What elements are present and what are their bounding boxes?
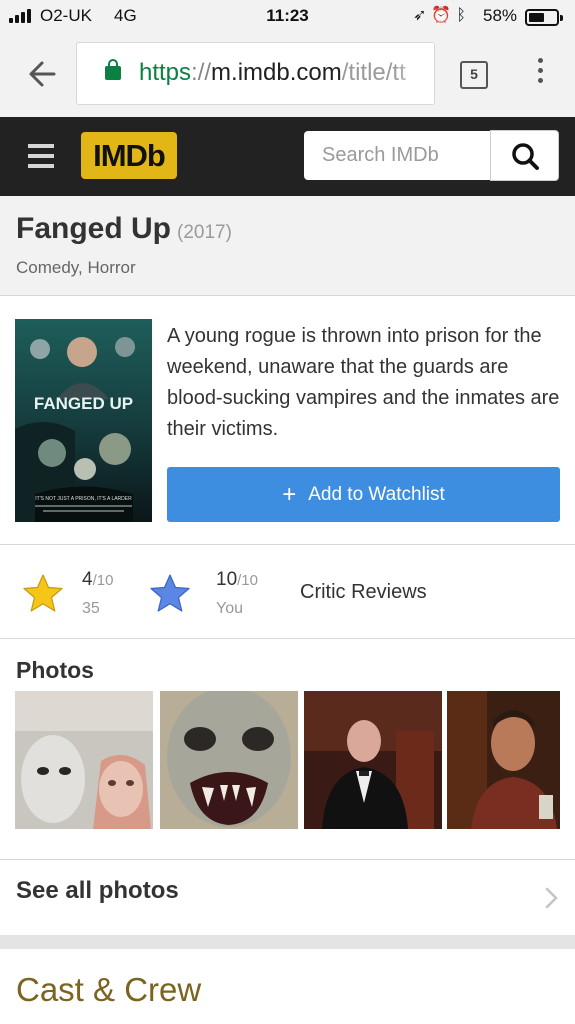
add-to-watchlist-button[interactable]: + Add to Watchlist	[167, 467, 560, 522]
overview-section: FANGED UP IT'S NOT JUST A PRISON, IT'S A…	[0, 297, 575, 545]
lock-icon	[105, 59, 121, 80]
search-button[interactable]	[490, 130, 559, 181]
see-all-photos-label: See all photos	[16, 877, 179, 904]
photo-thumbnail[interactable]	[447, 691, 575, 829]
movie-year: (2017)	[177, 222, 232, 243]
ratings-bar: 4/10 35 10/10 You Critic Reviews	[0, 546, 575, 639]
plus-icon: +	[282, 480, 297, 508]
watchlist-label: Add to Watchlist	[308, 483, 445, 505]
bluetooth-icon: ᛒ	[456, 7, 471, 24]
cast-section: Cast & Crew	[0, 949, 575, 1024]
poster-title-text: FANGED UP	[34, 394, 133, 413]
location-arrow-icon: ➶	[413, 7, 432, 24]
imdb-logo[interactable]: IMDb	[81, 132, 177, 179]
photos-section: Photos	[0, 640, 575, 860]
photo-thumbnail[interactable]	[304, 691, 442, 829]
tab-switcher-button[interactable]: 5	[460, 61, 488, 89]
critic-reviews-link[interactable]: Critic Reviews	[300, 581, 427, 604]
imdb-rating-star-icon[interactable]	[22, 573, 64, 613]
your-rating-label: You	[216, 600, 243, 617]
address-bar[interactable]: https://m.imdb.com/title/tt	[76, 42, 435, 105]
arrow-left-icon	[29, 61, 56, 87]
photo-thumbnail[interactable]	[15, 691, 153, 829]
more-menu-icon[interactable]	[530, 58, 550, 90]
hamburger-menu-icon[interactable]	[28, 144, 54, 168]
rating-count: 35	[82, 600, 100, 617]
photo-thumbnail[interactable]	[160, 691, 298, 829]
battery-percent: 58%	[483, 6, 518, 25]
see-all-photos-link[interactable]: See all photos	[0, 861, 575, 935]
your-rating-star-icon[interactable]	[149, 573, 191, 613]
title-section: Fanged Up (2017) Comedy, Horror	[0, 196, 575, 296]
movie-genres[interactable]: Comedy, Horror	[16, 258, 136, 278]
back-button[interactable]	[24, 56, 64, 92]
plot-summary: A young rogue is thrown into prison for …	[167, 325, 560, 440]
battery-icon	[525, 9, 563, 26]
imdb-rating: 4/10	[82, 569, 114, 590]
url-text: https://m.imdb.com/title/tt	[139, 59, 406, 86]
movie-title: Fanged Up	[16, 212, 171, 245]
chevron-right-icon	[545, 887, 558, 909]
alarm-icon: ⏰	[431, 7, 457, 24]
your-rating: 10/10	[216, 569, 258, 590]
site-header: IMDb	[0, 117, 575, 196]
poster-tagline-text: IT'S NOT JUST A PRISON, IT'S A LARDER	[35, 496, 132, 502]
status-bar: O2-UK 4G 11:23 ➶⏰ᛒ 58%	[0, 0, 575, 34]
browser-toolbar: https://m.imdb.com/title/tt 5	[0, 34, 575, 117]
search-input[interactable]	[304, 131, 490, 180]
movie-poster[interactable]: FANGED UP IT'S NOT JUST A PRISON, IT'S A…	[15, 319, 152, 522]
search-icon	[512, 143, 539, 170]
cast-crew-heading: Cast & Crew	[16, 971, 202, 1008]
photos-heading: Photos	[16, 657, 94, 683]
